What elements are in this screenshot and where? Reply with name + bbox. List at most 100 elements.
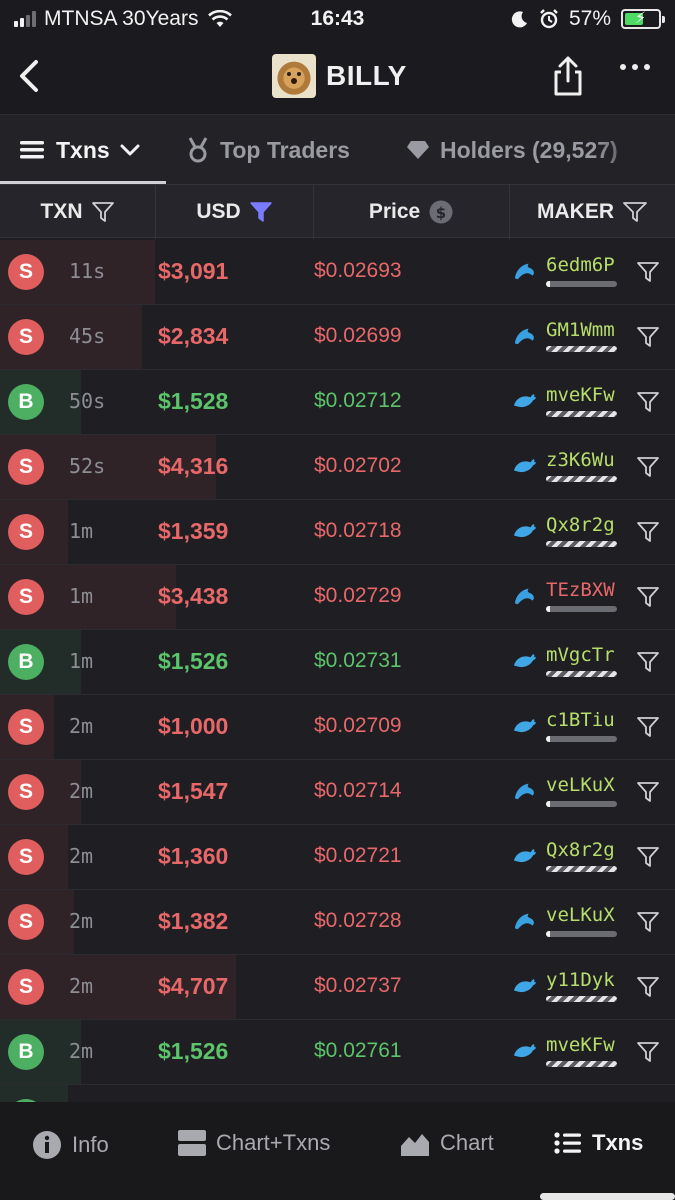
filter-maker-icon[interactable] [636, 715, 660, 739]
dolphin-icon [514, 328, 534, 345]
maker-holding-bar [546, 671, 617, 677]
more-options-button[interactable] [620, 64, 650, 70]
filter-maker-icon[interactable] [636, 845, 660, 869]
dollar-circle-icon[interactable]: $ [428, 199, 454, 225]
whale-icon [514, 394, 536, 408]
tab-label: Txns [56, 136, 110, 163]
whale-icon [514, 524, 536, 538]
filter-icon[interactable] [622, 201, 648, 223]
column-header-txn[interactable]: TXN [0, 185, 156, 239]
back-button[interactable] [12, 54, 52, 98]
filter-maker-icon[interactable] [636, 585, 660, 609]
maker-holding-bar [546, 996, 617, 1002]
home-indicator [540, 1193, 675, 1200]
table-row[interactable]: S 52s $4,316 $0.02702 z3K6Wu [0, 435, 675, 500]
split-view-icon [178, 1130, 206, 1156]
filter-active-icon[interactable] [249, 201, 273, 223]
table-row[interactable]: S 2m $1,000 $0.02709 c1BTiu [0, 695, 675, 760]
dolphin-icon [514, 783, 534, 800]
nav-chart-txns[interactable]: Chart+Txns [178, 1130, 330, 1156]
tab-top-traders[interactable]: Top Traders [186, 115, 350, 185]
table-row[interactable]: S 2m $1,547 $0.02714 veLKuX [0, 760, 675, 825]
maker-address-link[interactable]: z3K6Wu [546, 449, 615, 471]
maker-address-link[interactable]: c1BTiu [546, 709, 615, 731]
price-value: $0.02718 [314, 519, 402, 542]
maker-holding-bar [546, 476, 617, 482]
maker-address-link[interactable]: Qx8r2g [546, 839, 615, 861]
column-header-price[interactable]: Price $ [314, 185, 510, 239]
filter-maker-icon[interactable] [636, 1040, 660, 1064]
txn-age: 2m [69, 909, 94, 933]
price-value: $0.02721 [314, 844, 402, 867]
column-label: TXN [40, 200, 83, 223]
moon-icon [511, 11, 527, 28]
medal-icon [188, 137, 208, 163]
table-row[interactable]: S 2m $1,360 $0.02721 Qx8r2g [0, 825, 675, 890]
column-label: Price [368, 200, 421, 223]
filter-maker-icon[interactable] [636, 780, 660, 804]
maker-address-link[interactable]: TEzBXW [546, 579, 615, 601]
filter-maker-icon[interactable] [636, 260, 660, 284]
txn-age: 11s [69, 259, 106, 283]
filter-maker-icon[interactable] [636, 910, 660, 934]
tab-txns[interactable]: Txns [20, 115, 140, 185]
column-header-usd[interactable]: USD [156, 185, 314, 239]
txn-age: 1m [69, 649, 94, 673]
area-chart-icon [401, 1134, 429, 1156]
share-button[interactable] [548, 54, 588, 98]
filter-maker-icon[interactable] [636, 455, 660, 479]
maker-address-link[interactable]: y11Dyk [546, 969, 615, 991]
maker-address-link[interactable]: veLKuX [546, 774, 615, 796]
maker-address-link[interactable]: Qx8r2g [546, 514, 615, 536]
table-row[interactable]: B 2m $1,526 $0.02761 mveKFw [0, 1020, 675, 1085]
chevron-down-icon [120, 144, 140, 156]
page-title: BILLY [326, 60, 407, 91]
tab-holders[interactable]: Holders (29,527) [406, 115, 618, 185]
price-value: $0.02737 [314, 974, 402, 997]
nav-info[interactable]: Info [32, 1130, 109, 1160]
sell-badge: S [8, 449, 44, 485]
maker-address-link[interactable]: mveKFw [546, 384, 615, 406]
txn-age: 2m [69, 974, 94, 998]
table-row[interactable]: S 11s $3,091 $0.02693 6edm6P [0, 240, 675, 305]
nav-chart[interactable]: Chart [400, 1130, 494, 1156]
table-row[interactable]: S 2m $1,382 $0.02728 veLKuX [0, 890, 675, 955]
column-header-maker[interactable]: MAKER [510, 185, 675, 239]
sell-badge: S [8, 774, 44, 810]
filter-maker-icon[interactable] [636, 325, 660, 349]
maker-address-link[interactable]: mveKFw [546, 1034, 615, 1056]
filter-maker-icon[interactable] [636, 390, 660, 414]
maker-address-link[interactable]: 6edm6P [546, 254, 615, 276]
nav-label: Txns [592, 1130, 644, 1155]
filter-icon[interactable] [91, 201, 115, 223]
filter-maker-icon[interactable] [636, 975, 660, 999]
nav-label: Chart [440, 1130, 494, 1155]
filter-maker-icon[interactable] [636, 650, 660, 674]
maker-address-link[interactable]: GM1Wmm [546, 319, 615, 341]
maker-address-link[interactable]: mVgcTr [546, 644, 615, 666]
price-value: $0.02728 [314, 909, 402, 932]
table-row[interactable]: S 45s $2,834 $0.02699 GM1Wmm [0, 305, 675, 370]
usd-value: $1,360 [158, 843, 229, 869]
table-row[interactable]: S 1m $3,438 $0.02729 TEzBXW [0, 565, 675, 630]
nav-txns[interactable]: Txns [554, 1130, 643, 1156]
list-icon [554, 1132, 581, 1154]
sell-badge: S [8, 514, 44, 550]
maker-address-link[interactable]: veLKuX [546, 904, 615, 926]
filter-maker-icon[interactable] [636, 520, 660, 544]
txn-age: 2m [69, 1039, 94, 1063]
price-value: $0.02712 [314, 389, 402, 412]
price-value: $0.02731 [314, 649, 402, 672]
usd-value: $1,526 [158, 1038, 229, 1064]
volume-bar [0, 1085, 68, 1102]
table-row[interactable]: B 50s $1,528 $0.02712 mveKFw [0, 370, 675, 435]
table-row[interactable]: S 1m $1,359 $0.02718 Qx8r2g [0, 500, 675, 565]
sell-badge: S [8, 969, 44, 1005]
maker-holding-bar [546, 1061, 617, 1067]
tab-bar: Txns Top Traders Holders (29,527) [0, 114, 675, 185]
price-value: $0.02699 [314, 324, 402, 347]
table-row[interactable]: B 1m $1,526 $0.02731 mVgcTr [0, 630, 675, 695]
tab-fade [595, 115, 675, 185]
table-row[interactable]: B [0, 1085, 675, 1102]
table-row[interactable]: S 2m $4,707 $0.02737 y11Dyk [0, 955, 675, 1020]
